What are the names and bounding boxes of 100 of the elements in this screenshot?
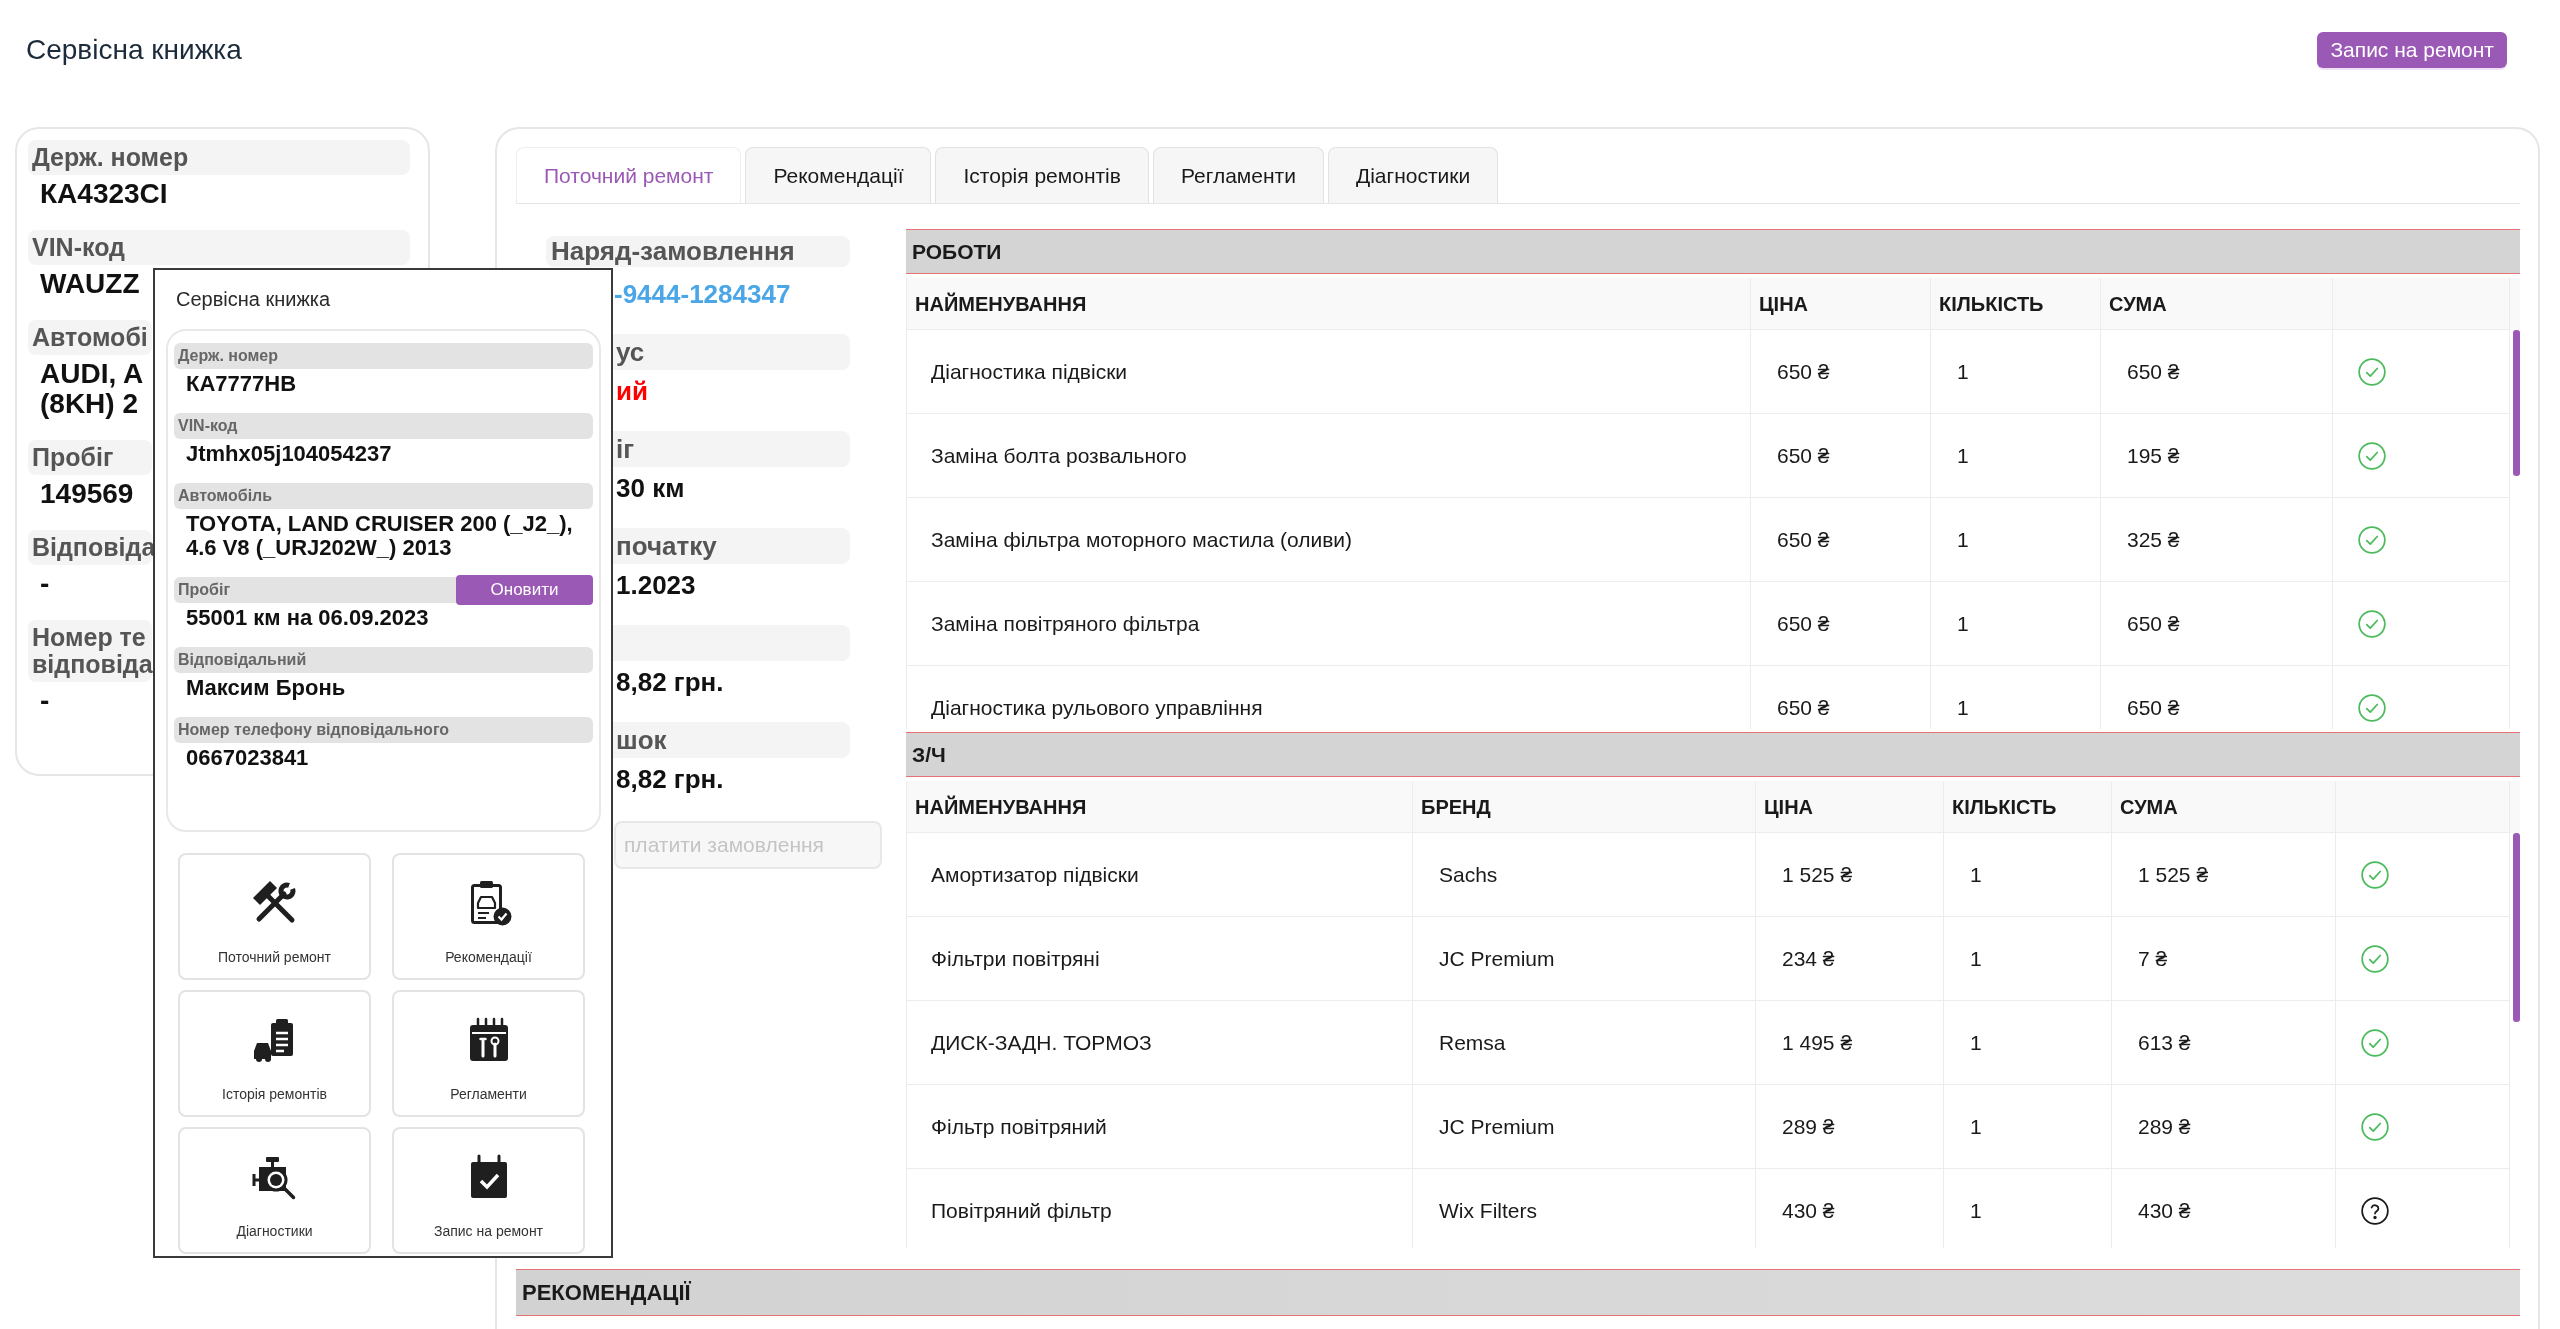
menu-tile[interactable]: Регламенти (392, 990, 585, 1117)
column-header: СУМА (2101, 278, 2333, 329)
field-label: Номер те відповіда (28, 620, 152, 682)
field-value: TOYOTA, LAND CRUISER 200 (_J2_), 4.6 V8 (_URJ202W_) 2013 (185, 512, 574, 560)
section-header: РЕКОМЕНДАЦІЇ (516, 1269, 2520, 1316)
service-name: Заміна повітряного фільтра (931, 610, 1200, 637)
service-name: Заміна фільтра моторного мастила (оливи) (931, 526, 1353, 553)
amount: 289 ₴ (2138, 1113, 2191, 1140)
field-value: 8,82 грн. (616, 665, 724, 699)
field-label: Відповідальний (178, 650, 307, 670)
window-title: Сервісна книжка (175, 287, 331, 312)
field-value: Максим Бронь (185, 676, 347, 700)
tab[interactable]: Діагностики (1327, 147, 1499, 203)
price: 234 ₴ (1782, 945, 1835, 972)
part-name: ДИСК-ЗАДН. ТОРМОЗ (931, 1029, 1152, 1056)
quantity: 1 (1957, 694, 1969, 721)
field-value: 149569 (39, 479, 134, 509)
amount: 650 ₴ (2127, 610, 2180, 637)
service-name: Заміна болта розвального (931, 442, 1187, 469)
field-label: початку (612, 528, 850, 564)
quantity: 1 (1970, 1029, 1982, 1056)
field-value: КА7777НВ (185, 372, 298, 396)
update-button[interactable]: Оновити (456, 575, 593, 605)
field-value: ий (616, 374, 648, 408)
price: 650 ₴ (1777, 358, 1830, 385)
amount: 195 ₴ (2127, 442, 2180, 469)
menu-tile[interactable]: Рекомендації (392, 853, 585, 980)
menu-tile[interactable]: Діагностики (178, 1127, 371, 1254)
part-name: Повітряний фільтр (931, 1197, 1112, 1224)
quantity: 1 (1970, 1113, 1982, 1140)
field-value: - (39, 569, 50, 599)
amount: 1 525 ₴ (2138, 861, 2209, 888)
field-label: шок (612, 722, 850, 758)
column-header: КІЛЬКІСТЬ (1944, 781, 2112, 832)
column-header: ЦІНА (1751, 278, 1931, 329)
price: 650 ₴ (1777, 442, 1830, 469)
brand-name: Remsa (1439, 1029, 1506, 1056)
brand-name: JC Premium (1439, 945, 1555, 972)
field-label: Пробіг (28, 440, 152, 475)
book-repair-button[interactable]: Запис на ремонт (2317, 32, 2507, 68)
column-header: СУМА (2112, 781, 2336, 832)
amount: 7 ₴ (2138, 945, 2168, 972)
field-label: Держ. номер (178, 346, 279, 366)
quantity: 1 (1970, 945, 1982, 972)
tab[interactable]: Історія ремонтів (935, 147, 1149, 203)
quantity: 1 (1957, 442, 1969, 469)
page-title: Сервісна книжка (26, 33, 242, 67)
field-label: Автомобіль (178, 486, 273, 506)
quantity: 1 (1957, 358, 1969, 385)
amount: 430 ₴ (2138, 1197, 2191, 1224)
service-name: Діагностика підвіски (931, 358, 1128, 385)
field-value: WAUZZ (39, 269, 140, 299)
quantity: 1 (1957, 610, 1969, 637)
field-value: КА4323СІ (39, 179, 168, 209)
menu-tile[interactable]: Історія ремонтів (178, 990, 371, 1117)
quantity: 1 (1970, 861, 1982, 888)
part-name: Фільтри повітряні (931, 945, 1100, 972)
field-label: Держ. номер (28, 140, 410, 175)
quantity: 1 (1970, 1197, 1982, 1224)
brand-name: JC Premium (1439, 1113, 1555, 1140)
amount: 650 ₴ (2127, 694, 2180, 721)
field-value: 1.2023 (616, 568, 696, 602)
tab[interactable]: Регламенти (1152, 147, 1324, 203)
price: 1 495 ₴ (1782, 1029, 1853, 1056)
brand-name: Wix Filters (1439, 1197, 1537, 1224)
scrollbar-thumb[interactable] (2513, 833, 2520, 1022)
field-value: 8,82 грн. (616, 762, 724, 796)
price: 430 ₴ (1782, 1197, 1835, 1224)
tab[interactable]: Поточний ремонт (516, 147, 742, 203)
amount: 650 ₴ (2127, 358, 2180, 385)
field-value: 55001 км на 06.09.2023 (185, 606, 430, 630)
price: 650 ₴ (1777, 694, 1830, 721)
field-label: Наряд-замовлення (546, 236, 850, 267)
column-header: ЦІНА (1756, 781, 1944, 832)
field-value: Jtmhx05j104054237 (185, 442, 393, 466)
field-value: - (39, 686, 50, 716)
price: 650 ₴ (1777, 526, 1830, 553)
field-label: іг (612, 431, 850, 467)
field-label: ус (612, 334, 850, 370)
price: 1 525 ₴ (1782, 861, 1853, 888)
quantity: 1 (1957, 526, 1969, 553)
part-name: Амортизатор підвіски (931, 861, 1139, 888)
tab[interactable]: Рекомендації (745, 147, 932, 203)
field-value: 0667023841 (185, 746, 310, 770)
amount: 325 ₴ (2127, 526, 2180, 553)
menu-tile[interactable]: Поточний ремонт (178, 853, 371, 980)
column-header: НАЙМЕНУВАННЯ (907, 781, 1413, 832)
section-header: РОБОТИ (906, 229, 2520, 274)
section-header: З/Ч (906, 732, 2520, 777)
column-header: КІЛЬКІСТЬ (1931, 278, 2101, 329)
amount: 613 ₴ (2138, 1029, 2191, 1056)
column-header: НАЙМЕНУВАННЯ (907, 278, 1751, 329)
menu-tile[interactable]: Запис на ремонт (392, 1127, 585, 1254)
scrollbar-thumb[interactable] (2513, 330, 2520, 476)
field-value: AUDI, A (8KH) 2 (39, 359, 144, 419)
field-label: VIN-код (178, 416, 238, 436)
field-label: Пробіг (178, 580, 231, 600)
field-label: Номер телефону відповідального (178, 720, 450, 740)
field-value: 30 км (616, 471, 685, 505)
price: 650 ₴ (1777, 610, 1830, 637)
